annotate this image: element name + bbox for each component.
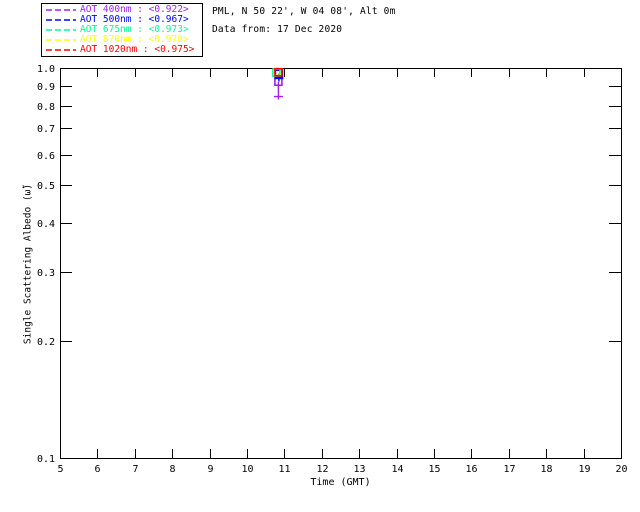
svg-text:15: 15 bbox=[428, 464, 440, 475]
svg-text:7: 7 bbox=[132, 464, 138, 475]
svg-text:0.1: 0.1 bbox=[37, 454, 55, 465]
svg-text:0.6: 0.6 bbox=[37, 151, 55, 162]
svg-text:0.5: 0.5 bbox=[37, 181, 55, 192]
svg-text:13: 13 bbox=[353, 464, 365, 475]
svg-text:12: 12 bbox=[316, 464, 328, 475]
svg-text:8: 8 bbox=[169, 464, 175, 475]
svg-text:10: 10 bbox=[241, 464, 253, 475]
plot-canvas: 5 6 7 8 9 10 11 12 13 14 15 16 17 18 19 20 1.0 0.9 0.8 0.7 0… bbox=[0, 0, 640, 512]
ssa-plot-window: AOT 400nm : <0.922>AOT 500nm : <0.967>AO… bbox=[0, 0, 640, 512]
svg-text:0.7: 0.7 bbox=[37, 124, 55, 135]
svg-text:0.3: 0.3 bbox=[37, 268, 55, 279]
svg-text:20: 20 bbox=[615, 464, 627, 475]
svg-text:9: 9 bbox=[207, 464, 213, 475]
svg-text:1.0: 1.0 bbox=[37, 64, 55, 75]
y-axis-title: Single Scattering Albedo (ω̃) bbox=[23, 184, 34, 344]
svg-text:0.2: 0.2 bbox=[37, 337, 55, 348]
svg-text:17: 17 bbox=[503, 464, 515, 475]
svg-text:14: 14 bbox=[391, 464, 403, 475]
svg-text:18: 18 bbox=[540, 464, 552, 475]
svg-text:0.9: 0.9 bbox=[37, 82, 55, 93]
svg-text:11: 11 bbox=[278, 464, 290, 475]
svg-text:0.4: 0.4 bbox=[37, 219, 55, 230]
svg-text:6: 6 bbox=[94, 464, 100, 475]
svg-text:0.8: 0.8 bbox=[37, 102, 55, 113]
x-axis-title: Time (GMT) bbox=[0, 477, 640, 488]
svg-text:16: 16 bbox=[465, 464, 477, 475]
svg-text:19: 19 bbox=[578, 464, 590, 475]
svg-text:5: 5 bbox=[57, 464, 63, 475]
